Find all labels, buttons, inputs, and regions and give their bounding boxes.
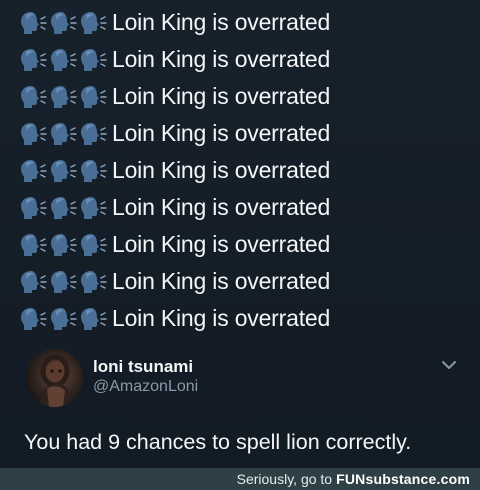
speaking-head-icon bbox=[51, 159, 77, 182]
watermark-brand[interactable]: FUNsubstance.com bbox=[336, 471, 470, 487]
tweet-body: Loin King is overrated Loin King is over… bbox=[20, 4, 460, 337]
speaking-head-icon bbox=[81, 196, 107, 219]
speaking-head-icon bbox=[51, 48, 77, 71]
tweet-line: Loin King is overrated bbox=[20, 189, 460, 226]
speaking-head-icon bbox=[21, 85, 47, 108]
watermark-prefix: Seriously, go to bbox=[236, 471, 333, 487]
speaking-head-icon bbox=[51, 85, 77, 108]
tweet-line: Loin King is overrated bbox=[20, 41, 460, 78]
brand-rest: substance.com bbox=[365, 471, 470, 487]
display-name[interactable]: loni tsunami bbox=[93, 357, 193, 377]
speaking-head-icon bbox=[81, 11, 107, 34]
reply-text: You had 9 chances to spell lion correctl… bbox=[24, 430, 412, 454]
speaking-head-icon bbox=[81, 307, 107, 330]
tweet-line: Loin King is overrated bbox=[20, 115, 460, 152]
emoji-group bbox=[20, 307, 110, 331]
speaking-head-icon bbox=[21, 233, 47, 256]
screenshot: Loin King is overrated Loin King is over… bbox=[0, 0, 480, 490]
tweet-line-text: Loin King is overrated bbox=[112, 9, 331, 35]
tweet-line-text: Loin King is overrated bbox=[112, 157, 331, 183]
speaking-head-icon bbox=[81, 48, 107, 71]
speaking-head-icon bbox=[21, 196, 47, 219]
speaking-head-icon bbox=[51, 270, 77, 293]
user-handle[interactable]: @AmazonLoni bbox=[93, 378, 198, 396]
emoji-group bbox=[20, 11, 110, 35]
tweet-line: Loin King is overrated bbox=[20, 78, 460, 115]
tweet-line: Loin King is overrated bbox=[20, 300, 460, 337]
reply-header: loni tsunami @AmazonLoni bbox=[20, 344, 470, 414]
emoji-group bbox=[20, 270, 110, 294]
emoji-group bbox=[20, 122, 110, 146]
speaking-head-icon bbox=[21, 159, 47, 182]
speaking-head-icon bbox=[21, 48, 47, 71]
speaking-head-icon bbox=[51, 122, 77, 145]
speaking-head-icon bbox=[81, 270, 107, 293]
tweet-line-text: Loin King is overrated bbox=[112, 268, 331, 294]
emoji-group bbox=[20, 233, 110, 257]
speaking-head-icon bbox=[51, 11, 77, 34]
speaking-head-icon bbox=[81, 233, 107, 256]
avatar[interactable] bbox=[25, 349, 83, 407]
speaking-head-icon bbox=[21, 270, 47, 293]
tweet-line-text: Loin King is overrated bbox=[112, 46, 331, 72]
speaking-head-icon bbox=[51, 233, 77, 256]
emoji-group bbox=[20, 85, 110, 109]
emoji-group bbox=[20, 159, 110, 183]
speaking-head-icon bbox=[81, 159, 107, 182]
speaking-head-icon bbox=[51, 196, 77, 219]
watermark-bar: Seriously, go to FUNsubstance.com bbox=[0, 468, 480, 490]
avatar-photo-icon bbox=[39, 354, 72, 407]
chevron-down-icon[interactable] bbox=[440, 358, 458, 372]
tweet-line-text: Loin King is overrated bbox=[112, 120, 331, 146]
tweet-line: Loin King is overrated bbox=[20, 263, 460, 300]
speaking-head-icon bbox=[21, 122, 47, 145]
tweet-line-text: Loin King is overrated bbox=[112, 194, 331, 220]
tweet-line-text: Loin King is overrated bbox=[112, 305, 331, 331]
tweet-line-text: Loin King is overrated bbox=[112, 83, 331, 109]
speaking-head-icon bbox=[81, 85, 107, 108]
speaking-head-icon bbox=[21, 307, 47, 330]
speaking-head-icon bbox=[21, 11, 47, 34]
tweet-line-text: Loin King is overrated bbox=[112, 231, 331, 257]
tweet-line: Loin King is overrated bbox=[20, 152, 460, 189]
tweet-line: Loin King is overrated bbox=[20, 4, 460, 41]
emoji-group bbox=[20, 48, 110, 72]
brand-fun: FUN bbox=[336, 471, 366, 487]
speaking-head-icon bbox=[81, 122, 107, 145]
emoji-group bbox=[20, 196, 110, 220]
tweet-line: Loin King is overrated bbox=[20, 226, 460, 263]
speaking-head-icon bbox=[51, 307, 77, 330]
